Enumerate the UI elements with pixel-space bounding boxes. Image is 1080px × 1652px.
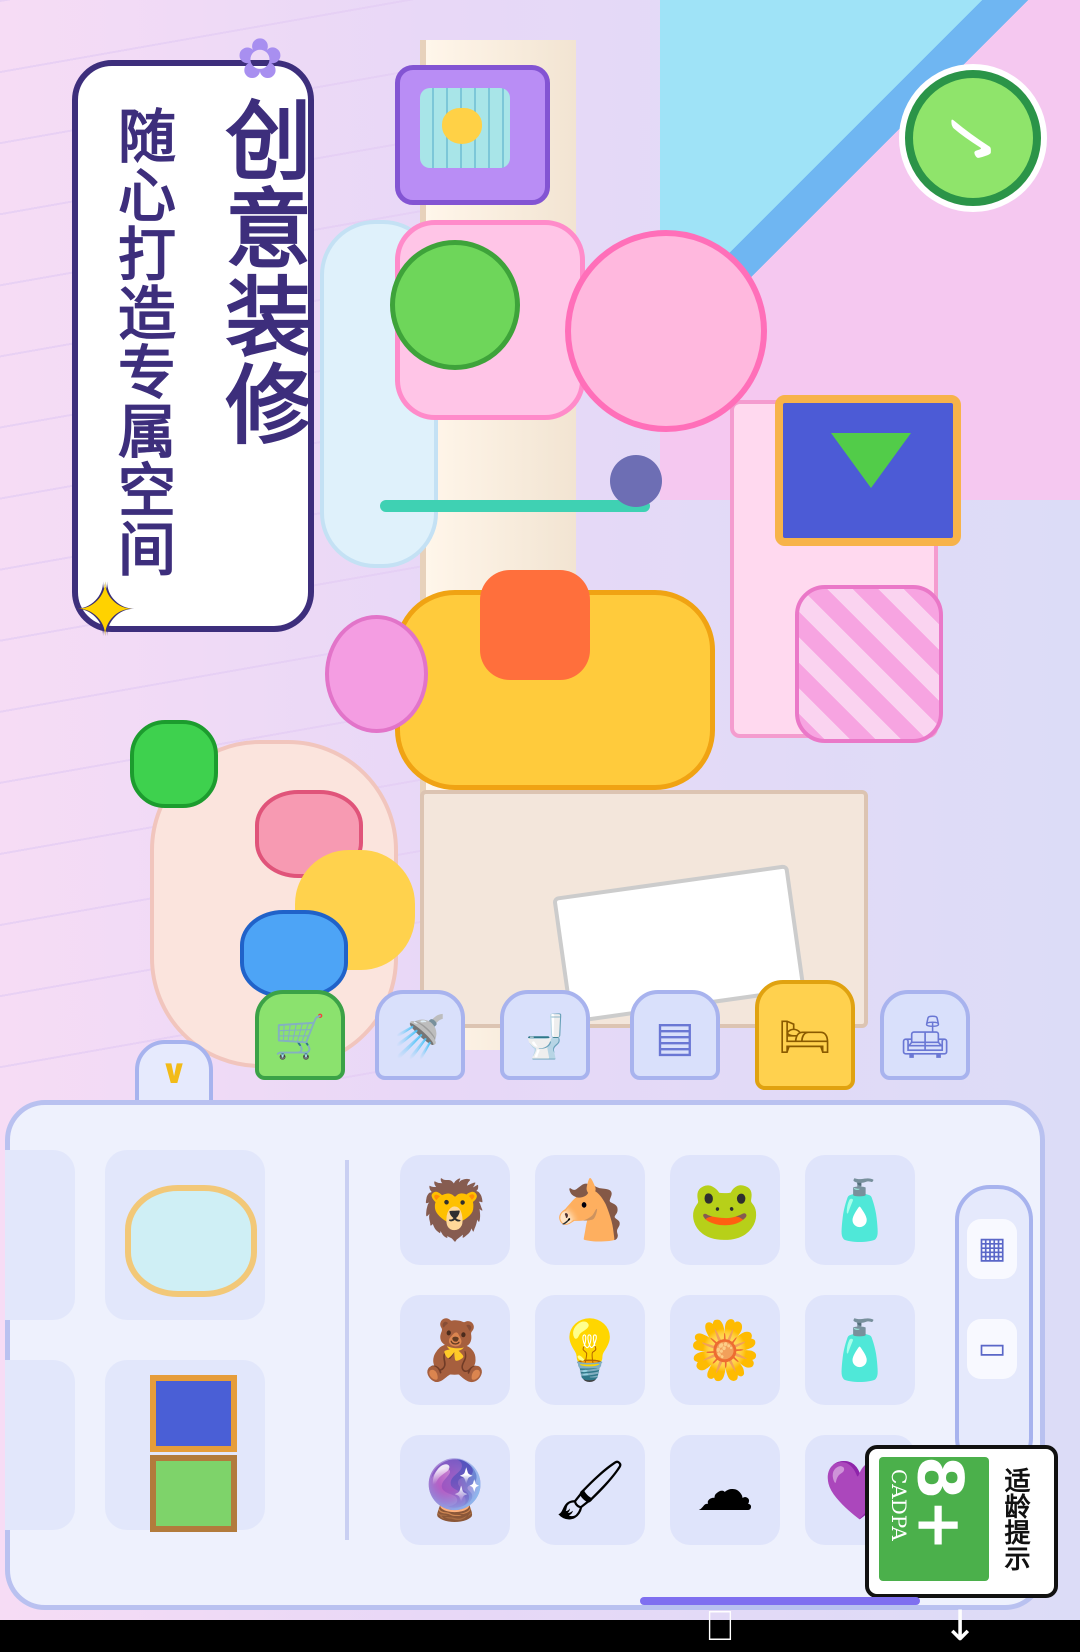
age-rating-badge: 8+ CADPA 适龄提示	[865, 1445, 1058, 1598]
back-button[interactable]: ✓	[905, 70, 1041, 206]
cloud-icon: ☁	[696, 1456, 754, 1524]
download-icon[interactable]: ↓	[930, 1600, 990, 1652]
red-cushion	[480, 570, 590, 680]
doll-toy[interactable]	[240, 910, 348, 998]
panel-divider	[345, 1160, 349, 1540]
promo-subtitle: 随心打造专属空间	[108, 106, 176, 578]
tv-icon: ▭	[977, 1331, 1007, 1366]
tab-bathroom[interactable]: 🚿	[375, 990, 465, 1080]
pink-ball-toy	[325, 615, 428, 733]
item-cloud-pillow[interactable]: ☁	[670, 1435, 780, 1545]
bottle-icon: 🧴	[823, 1176, 897, 1244]
green-guitar[interactable]	[390, 240, 520, 370]
radio-toy[interactable]	[395, 65, 550, 205]
microwave-icon: ▤	[655, 1012, 695, 1061]
item-makeup-brush[interactable]: 🖌	[535, 1435, 645, 1545]
tab-bedroom[interactable]: 🛏	[755, 980, 855, 1090]
chevron-down-icon: ∨	[160, 1052, 188, 1092]
flower-icon: 🌼	[688, 1316, 762, 1384]
subcategory-tabs: ▦ ▭	[955, 1185, 1033, 1473]
lamp-icon: 💡	[553, 1316, 627, 1384]
pony-icon: 🐴	[553, 1176, 627, 1244]
item-pink-bottle[interactable]: 🧴	[805, 1155, 915, 1265]
promo-title-card: 创意装修 随心打造专属空间	[72, 60, 314, 632]
item-ring-lamp[interactable]: 💡	[535, 1295, 645, 1405]
subtab-tv[interactable]: ▭	[967, 1319, 1017, 1379]
item-flower-pillow[interactable]: 🌼	[670, 1295, 780, 1405]
lion-icon: 🦁	[418, 1176, 492, 1244]
picture-frames-item[interactable]	[105, 1360, 265, 1532]
toilet-icon: 🚽	[518, 1012, 572, 1061]
microphone-stand[interactable]	[380, 500, 650, 512]
brush-icon: 🖌	[553, 1456, 627, 1524]
item-teddy-lamp[interactable]: 🧸	[400, 1295, 510, 1405]
item-lion-plush[interactable]: 🦁	[400, 1155, 510, 1265]
rotate-screen-icon[interactable]: ⎕	[690, 1600, 750, 1652]
frame-icon	[150, 1455, 237, 1532]
star-sparkle-icon: ✦	[74, 568, 136, 652]
bed-icon: 🛏	[778, 1012, 832, 1061]
dragon-toy[interactable]	[130, 720, 218, 808]
frog-icon: 🐸	[688, 1176, 762, 1244]
cabinet-icon: ▦	[977, 1231, 1007, 1266]
tab-toilet[interactable]: 🚽	[500, 990, 590, 1080]
mirror-item[interactable]	[105, 1150, 265, 1320]
tab-living-room[interactable]: 🛋	[880, 990, 970, 1080]
system-navigation-bar	[0, 1620, 1080, 1652]
partial-item[interactable]	[5, 1150, 75, 1320]
scroll-indicator	[640, 1597, 920, 1605]
item-pink-pony[interactable]: 🐴	[535, 1155, 645, 1265]
frame-icon	[150, 1375, 237, 1452]
globe-icon: 🔮	[418, 1456, 492, 1524]
checkered-lamp	[795, 585, 943, 743]
back-check-icon: ✓	[930, 107, 1016, 170]
tv-screen	[775, 395, 961, 546]
item-snow-globe[interactable]: 🔮	[400, 1435, 510, 1545]
age-rating-label: 适龄提示	[1000, 1467, 1030, 1571]
tab-shop-cart[interactable]: 🛒	[255, 990, 345, 1080]
partial-item[interactable]	[5, 1360, 75, 1530]
promo-title: 创意装修	[210, 96, 310, 448]
collapse-panel-button[interactable]: ∨	[135, 1040, 213, 1108]
cart-icon: 🛒	[273, 1012, 327, 1061]
flower-decoration-icon: ✿	[236, 27, 284, 92]
item-lotion[interactable]: 🧴	[805, 1295, 915, 1405]
subtab-cabinet[interactable]: ▦	[967, 1219, 1017, 1279]
mirror-icon	[125, 1185, 257, 1297]
unicorn-character-head[interactable]	[565, 230, 767, 432]
teddy-icon: 🧸	[418, 1316, 492, 1384]
lotion-icon: 🧴	[823, 1316, 897, 1384]
age-rating-value: 8+	[903, 1455, 977, 1552]
age-rating-org: CADPA	[887, 1469, 911, 1541]
tab-kitchen[interactable]: ▤	[630, 990, 720, 1080]
microphone-icon	[610, 455, 662, 507]
sofa-icon: 🛋	[898, 1012, 952, 1061]
item-frog-pillow[interactable]: 🐸	[670, 1155, 780, 1265]
faucet-icon: 🚿	[393, 1012, 447, 1061]
